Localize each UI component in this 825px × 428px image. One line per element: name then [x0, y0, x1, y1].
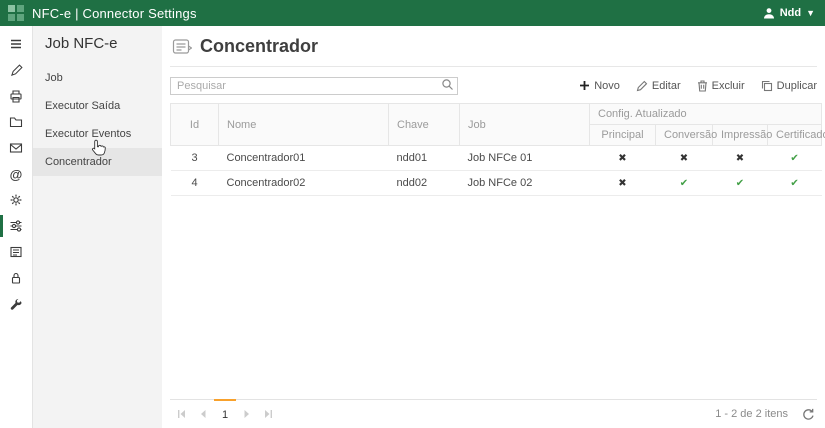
folder-icon[interactable] — [0, 109, 32, 135]
duplicate-button[interactable]: Duplicar — [761, 80, 817, 92]
conversao-status-icon: ✔ — [680, 178, 688, 189]
table-row[interactable]: 4 Concentrador02 ndd02 Job NFCe 02 ✖ ✔ ✔… — [171, 171, 822, 196]
cell-chave: ndd01 — [389, 146, 460, 171]
app-shell: @ Job NFC-e Job Executor Saída Executor … — [0, 26, 825, 428]
col-header-job[interactable]: Job — [460, 104, 590, 146]
sidebar-item-executor-saida[interactable]: Executor Saída — [33, 92, 162, 120]
duplicate-icon — [761, 80, 773, 92]
toolbar-row: Novo Editar Excluir Duplicar — [170, 76, 817, 95]
sliders-icon[interactable] — [0, 213, 32, 239]
sidebar: Job NFC-e Job Executor Saída Executor Ev… — [33, 26, 162, 428]
at-icon[interactable]: @ — [0, 161, 32, 187]
edit-button[interactable]: Editar — [636, 80, 681, 92]
icon-rail: @ — [0, 26, 33, 428]
plus-icon — [579, 80, 590, 91]
sidebar-item-executor-eventos[interactable]: Executor Eventos — [33, 120, 162, 148]
col-header-certificado[interactable]: Certificado — [768, 125, 822, 146]
app-window: NFC-e | Connector Settings Ndd ▼ — [0, 0, 825, 428]
brush-icon[interactable] — [0, 57, 32, 83]
app-title: NFC-e | Connector Settings — [32, 6, 197, 21]
search-box — [170, 76, 458, 95]
impressao-status-icon: ✖ — [736, 153, 744, 164]
cell-job: Job NFCe 02 — [460, 171, 590, 196]
device-icon[interactable] — [0, 239, 32, 265]
delete-button[interactable]: Excluir — [697, 80, 745, 92]
pager-right: 1 - 2 de 2 itens — [715, 400, 817, 428]
cell-nome: Concentrador01 — [219, 146, 389, 171]
user-icon — [763, 7, 775, 19]
cell-job: Job NFCe 01 — [460, 146, 590, 171]
wrench-icon[interactable] — [0, 291, 32, 317]
pager: 1 1 - 2 de 2 itens — [170, 399, 817, 428]
new-button[interactable]: Novo — [579, 80, 620, 92]
col-header-principal[interactable]: Principal — [590, 125, 656, 146]
page-header: Concentrador — [170, 26, 817, 67]
cell-id: 4 — [171, 171, 219, 196]
prev-page-button[interactable] — [192, 400, 214, 428]
sidebar-item-job[interactable]: Job — [33, 64, 162, 92]
principal-status-icon: ✖ — [618, 178, 626, 189]
printer-icon[interactable] — [0, 83, 32, 109]
search-icon[interactable] — [441, 78, 454, 96]
certificado-status-icon: ✔ — [790, 153, 798, 164]
lock-icon[interactable] — [0, 265, 32, 291]
sidebar-title: Job NFC-e — [33, 26, 162, 64]
mail-icon[interactable] — [0, 135, 32, 161]
col-group-config-atualizado: Config. Atualizado — [590, 104, 822, 125]
col-header-id[interactable]: Id — [171, 104, 219, 146]
impressao-status-icon: ✔ — [736, 178, 744, 189]
next-page-button[interactable] — [236, 400, 258, 428]
cell-chave: ndd02 — [389, 171, 460, 196]
grid-actions: Novo Editar Excluir Duplicar — [579, 80, 817, 92]
gear-icon[interactable] — [0, 187, 32, 213]
sidebar-item-concentrador[interactable]: Concentrador — [33, 148, 162, 176]
first-page-button[interactable] — [170, 400, 192, 428]
table-row[interactable]: 3 Concentrador01 ndd01 Job NFCe 01 ✖ ✖ ✖… — [171, 146, 822, 171]
page-title: Concentrador — [200, 36, 318, 57]
concentrador-module-icon — [172, 38, 192, 56]
pager-info: 1 - 2 de 2 itens — [715, 408, 788, 420]
cell-id: 3 — [171, 146, 219, 171]
menu-icon[interactable] — [0, 31, 32, 57]
trash-icon — [697, 80, 708, 92]
user-name: Ndd — [780, 7, 801, 19]
chevron-down-icon: ▼ — [806, 8, 815, 18]
search-input[interactable] — [170, 77, 458, 95]
principal-status-icon: ✖ — [618, 153, 626, 164]
col-header-impressao[interactable]: Impressão — [713, 125, 768, 146]
cell-nome: Concentrador02 — [219, 171, 389, 196]
last-page-button[interactable] — [258, 400, 280, 428]
app-logo-icon — [8, 5, 24, 21]
edit-icon — [636, 80, 648, 92]
col-header-chave[interactable]: Chave — [389, 104, 460, 146]
user-menu[interactable]: Ndd ▼ — [763, 7, 815, 19]
conversao-status-icon: ✖ — [680, 153, 688, 164]
col-header-nome[interactable]: Nome — [219, 104, 389, 146]
certificado-status-icon: ✔ — [790, 178, 798, 189]
page-number-current[interactable]: 1 — [214, 399, 236, 428]
topbar: NFC-e | Connector Settings Ndd ▼ — [0, 0, 825, 26]
refresh-icon[interactable] — [802, 408, 815, 421]
concentrador-table: Id Nome Chave Job Config. Atualizado Pri… — [170, 103, 822, 196]
col-header-conversao[interactable]: Conversão — [656, 125, 713, 146]
main-content: Concentrador Novo Editar — [162, 26, 825, 428]
